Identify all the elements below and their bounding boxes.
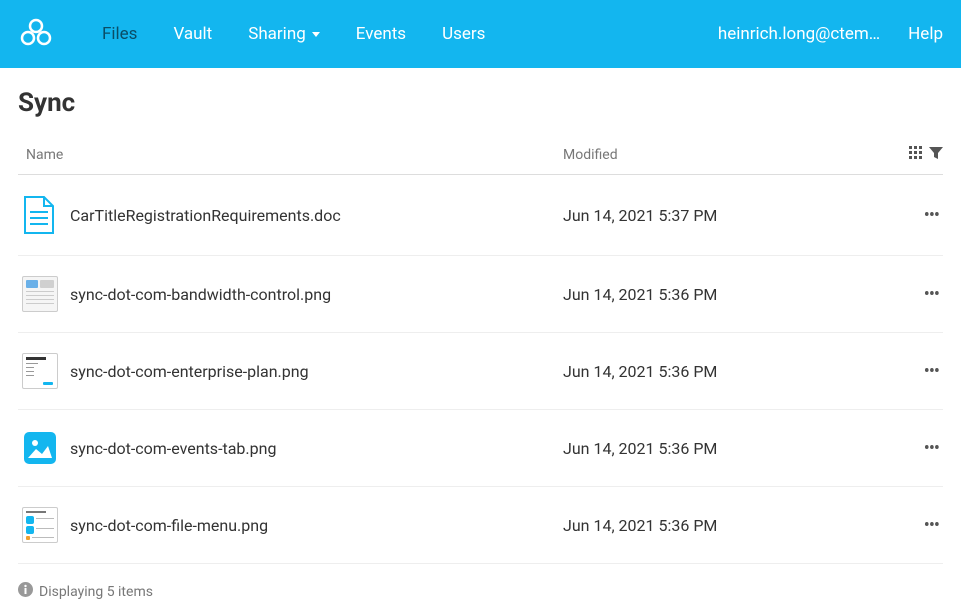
caret-down-icon: [312, 32, 320, 37]
nav-menu: Files Vault Sharing Events Users: [84, 24, 718, 44]
file-name: sync-dot-com-file-menu.png: [70, 516, 563, 535]
column-header-name[interactable]: Name: [18, 147, 563, 163]
file-name: sync-dot-com-enterprise-plan.png: [70, 362, 563, 381]
nav-files[interactable]: Files: [84, 24, 155, 44]
nav-label: Files: [102, 24, 137, 44]
nav-label: Events: [356, 24, 406, 44]
file-modified: Jun 14, 2021 5:36 PM: [563, 439, 883, 458]
file-actions: •••: [883, 438, 943, 459]
more-icon[interactable]: •••: [924, 361, 939, 382]
user-email-dropdown[interactable]: heinrich.long@ctem…: [718, 24, 880, 44]
nav-vault[interactable]: Vault: [155, 24, 230, 44]
filter-icon[interactable]: [929, 146, 943, 164]
nav-users[interactable]: Users: [424, 24, 503, 44]
more-icon[interactable]: •••: [924, 438, 939, 459]
more-icon[interactable]: •••: [924, 284, 939, 305]
file-actions: •••: [883, 284, 943, 305]
file-icon-thumbnail: [18, 276, 70, 312]
page-title: Sync: [18, 88, 943, 118]
file-actions: •••: [883, 205, 943, 226]
grid-view-icon[interactable]: [909, 146, 923, 164]
user-menu: heinrich.long@ctem… Help: [718, 24, 943, 44]
content: Sync Name Modified: [0, 68, 961, 601]
more-icon[interactable]: •••: [924, 205, 939, 226]
sync-logo-icon[interactable]: [18, 16, 54, 52]
file-actions: •••: [883, 361, 943, 382]
table-row[interactable]: sync-dot-com-bandwidth-control.png Jun 1…: [18, 256, 943, 333]
nav-sharing[interactable]: Sharing: [230, 24, 338, 44]
table-row[interactable]: CarTitleRegistrationRequirements.doc Jun…: [18, 175, 943, 256]
file-actions: •••: [883, 515, 943, 536]
table-header: Name Modified: [18, 136, 943, 175]
help-link[interactable]: Help: [908, 24, 943, 44]
file-modified: Jun 14, 2021 5:37 PM: [563, 206, 883, 225]
column-header-actions: [883, 146, 943, 164]
topbar: Files Vault Sharing Events Users heinric…: [0, 0, 961, 68]
info-icon: [18, 582, 33, 601]
nav-label: Vault: [173, 24, 212, 44]
file-icon-image: [18, 430, 70, 466]
table-row[interactable]: sync-dot-com-events-tab.png Jun 14, 2021…: [18, 410, 943, 487]
table-row[interactable]: sync-dot-com-enterprise-plan.png Jun 14,…: [18, 333, 943, 410]
file-icon-doc: [18, 195, 70, 235]
file-icon-thumbnail: [18, 507, 70, 543]
nav-label: Users: [442, 24, 485, 44]
nav-events[interactable]: Events: [338, 24, 424, 44]
file-name: CarTitleRegistrationRequirements.doc: [70, 206, 563, 225]
footer: Displaying 5 items: [18, 564, 943, 601]
file-modified: Jun 14, 2021 5:36 PM: [563, 362, 883, 381]
footer-text: Displaying 5 items: [39, 584, 153, 600]
table-row[interactable]: sync-dot-com-file-menu.png Jun 14, 2021 …: [18, 487, 943, 564]
file-icon-thumbnail: [18, 353, 70, 389]
column-header-modified[interactable]: Modified: [563, 147, 883, 163]
nav-label: Sharing: [248, 24, 306, 44]
more-icon[interactable]: •••: [924, 515, 939, 536]
file-name: sync-dot-com-bandwidth-control.png: [70, 285, 563, 304]
file-name: sync-dot-com-events-tab.png: [70, 439, 563, 458]
file-modified: Jun 14, 2021 5:36 PM: [563, 516, 883, 535]
file-modified: Jun 14, 2021 5:36 PM: [563, 285, 883, 304]
